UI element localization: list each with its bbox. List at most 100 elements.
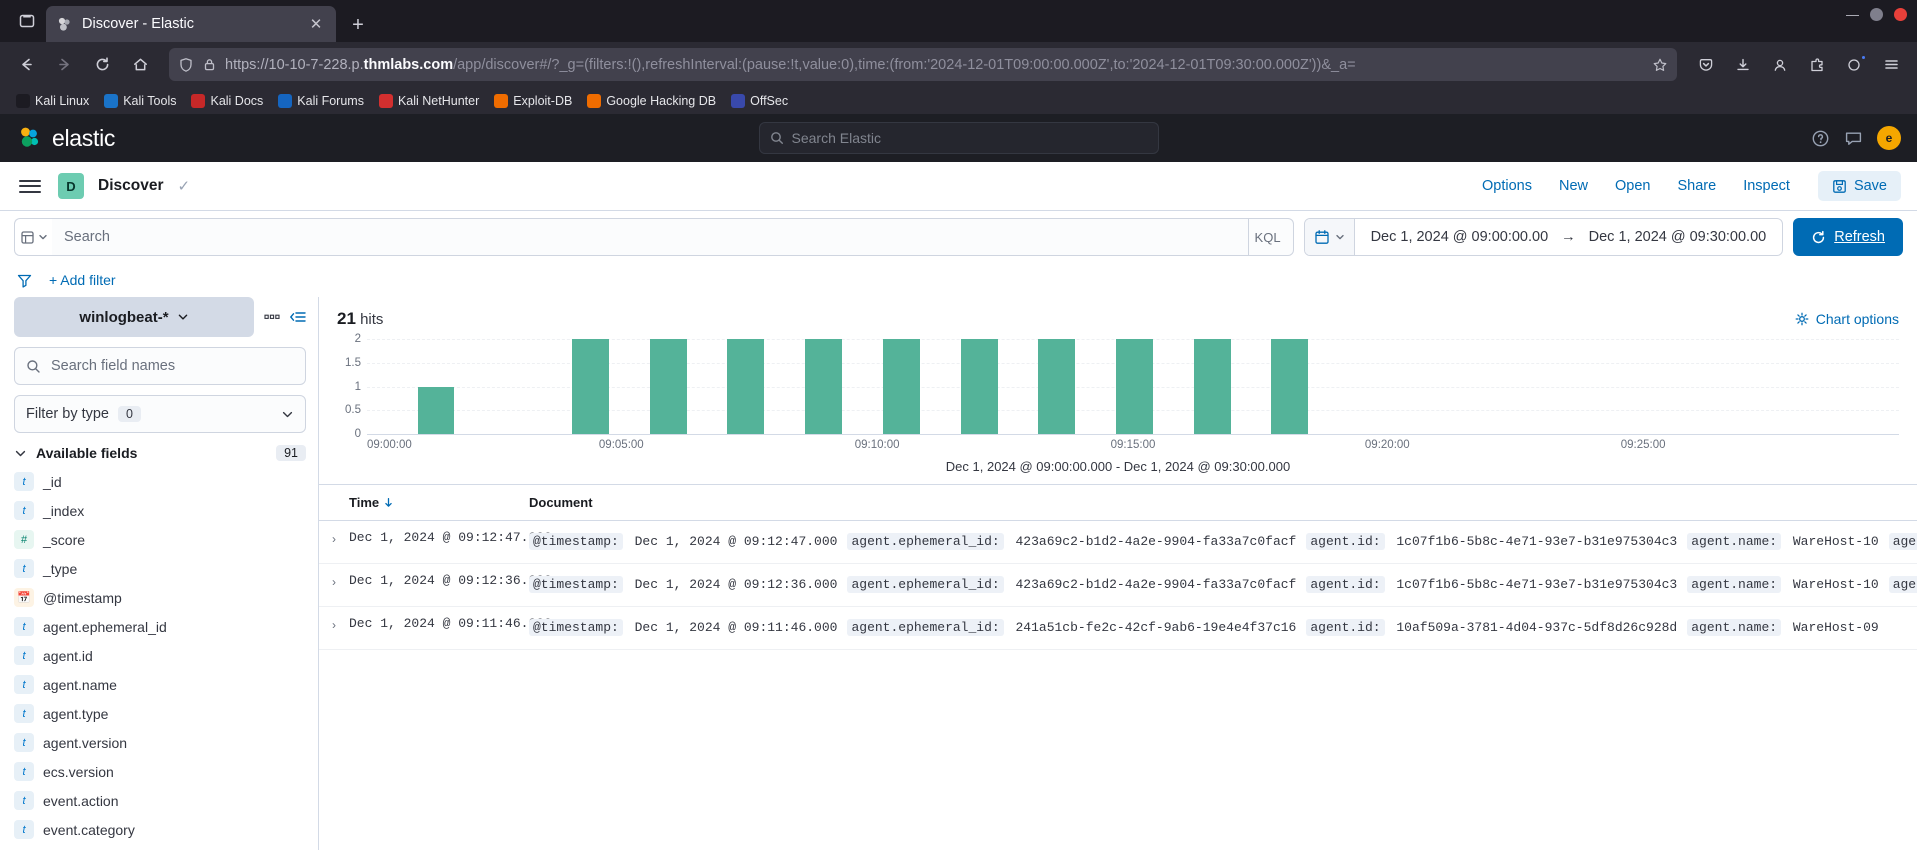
downloads-icon[interactable] (1726, 48, 1760, 82)
field-item[interactable]: t agent.type (14, 699, 306, 728)
url-bar[interactable]: https://10-10-7-228.p.thmlabs.com/app/di… (169, 48, 1677, 81)
date-from[interactable]: Dec 1, 2024 @ 09:00:00.00 (1371, 229, 1549, 245)
new-button[interactable]: New (1548, 172, 1599, 200)
feedback-icon[interactable] (1844, 129, 1863, 148)
star-icon[interactable] (1652, 57, 1668, 73)
column-header-time[interactable]: Time (319, 495, 519, 510)
chart-bar[interactable] (1270, 339, 1308, 434)
options-button[interactable]: Options (1471, 172, 1543, 200)
home-icon[interactable] (123, 48, 157, 82)
table-row[interactable]: › Dec 1, 2024 @ 09:12:47.000 @timestamp: D… (319, 521, 1917, 564)
extensions-icon[interactable] (1800, 48, 1834, 82)
chevron-right-icon[interactable]: › (319, 616, 349, 640)
bookmark-item[interactable]: Kali Tools (98, 92, 182, 110)
filter-by-type-button[interactable]: Filter by type 0 (14, 395, 306, 433)
collapse-sidebar-icon[interactable] (289, 310, 306, 324)
refresh-button[interactable]: Refresh (1793, 218, 1903, 256)
chart-bar[interactable] (961, 339, 999, 434)
query-language-switcher[interactable]: KQL (1248, 218, 1294, 256)
elastic-logo[interactable]: elastic (16, 125, 115, 152)
chart-bar[interactable] (1194, 339, 1232, 434)
close-icon[interactable]: ✕ (306, 14, 326, 34)
field-item[interactable]: t agent.ephemeral_id (14, 612, 306, 641)
avatar[interactable]: e (1877, 126, 1901, 150)
menu-icon[interactable] (1874, 48, 1908, 82)
field-item[interactable]: 📅 @timestamp (14, 583, 306, 612)
chart-bar[interactable] (417, 386, 455, 434)
shield-icon[interactable] (178, 57, 194, 73)
bookmark-item[interactable]: Exploit-DB (488, 92, 578, 110)
help-icon[interactable] (1811, 129, 1830, 148)
field-item[interactable]: t agent.name (14, 670, 306, 699)
search-field-names-input[interactable]: Search field names (14, 347, 306, 385)
list-all-tabs-icon[interactable] (8, 0, 46, 42)
global-search-input[interactable]: Search Elastic (758, 122, 1159, 154)
date-range-display[interactable]: Dec 1, 2024 @ 09:00:00.00 → Dec 1, 2024 … (1355, 229, 1783, 245)
browser-toolbar-icons (1689, 48, 1908, 82)
browser-tab[interactable]: Discover - Elastic ✕ (46, 6, 336, 42)
chart-bar[interactable] (650, 339, 688, 434)
chart-plot-area[interactable]: 2 1.5 1 0.5 0 (345, 333, 1899, 440)
field-type-icon: t (14, 791, 34, 810)
minimize-icon[interactable]: — (1846, 8, 1859, 21)
share-button[interactable]: Share (1666, 172, 1727, 200)
account-icon[interactable] (1763, 48, 1797, 82)
breadcrumb[interactable]: Discover (98, 177, 163, 195)
sync-icon[interactable] (1837, 48, 1871, 82)
chart-bar[interactable] (727, 339, 764, 434)
more-options-icon[interactable] (264, 313, 280, 321)
field-name: _id (43, 473, 62, 490)
available-fields-count: 91 (276, 445, 306, 461)
dataview-picker-button[interactable] (14, 218, 52, 256)
date-quick-select-button[interactable] (1304, 219, 1355, 255)
filter-icon[interactable] (16, 272, 33, 289)
hits-count: 21 (337, 309, 356, 328)
chart-bar[interactable] (1038, 339, 1075, 434)
column-header-document[interactable]: Document (519, 495, 1917, 510)
open-button[interactable]: Open (1604, 172, 1661, 200)
chart-bar[interactable] (805, 339, 842, 434)
field-item[interactable]: t _id (14, 467, 306, 496)
field-name: agent.type (43, 705, 109, 722)
bookmark-item[interactable]: Kali Forums (272, 92, 370, 110)
available-fields-header[interactable]: Available fields 91 (14, 445, 306, 461)
new-tab-button[interactable]: + (341, 8, 375, 42)
histogram-chart[interactable]: 2 1.5 1 0.5 0 09:00:00 09:05:00 09:10:00 09… (319, 333, 1917, 474)
bookmark-item[interactable]: Kali Docs (185, 92, 269, 110)
table-row[interactable]: › Dec 1, 2024 @ 09:11:46.000 @timestamp: D… (319, 607, 1917, 650)
chevron-right-icon[interactable]: › (319, 530, 349, 554)
chart-options-button[interactable]: Chart options (1795, 311, 1899, 327)
add-filter-button[interactable]: + Add filter (49, 272, 116, 288)
chart-bar[interactable] (1116, 339, 1153, 434)
reload-icon[interactable] (85, 48, 119, 82)
back-arrow-icon[interactable] (9, 48, 43, 82)
chart-bar[interactable] (572, 339, 610, 434)
padlock-icon[interactable] (202, 57, 217, 72)
field-item[interactable]: # _score (14, 525, 306, 554)
inspect-button[interactable]: Inspect (1732, 172, 1801, 200)
close-window-icon[interactable] (1894, 8, 1907, 21)
save-button[interactable]: Save (1817, 171, 1901, 201)
search-input[interactable]: Search (52, 218, 1249, 256)
field-item[interactable]: t _type (14, 554, 306, 583)
arrow-down-icon[interactable] (383, 497, 394, 508)
chevron-right-icon[interactable]: › (319, 573, 349, 597)
field-item[interactable]: t _index (14, 496, 306, 525)
bookmark-item[interactable]: OffSec (725, 92, 794, 110)
field-item[interactable]: t ecs.version (14, 757, 306, 786)
field-item[interactable]: t event.action (14, 786, 306, 815)
chart-bar[interactable] (883, 339, 921, 434)
bookmark-item[interactable]: Google Hacking DB (581, 92, 722, 110)
forward-arrow-icon[interactable] (47, 48, 81, 82)
bookmark-item[interactable]: Kali NetHunter (373, 92, 485, 110)
index-pattern-selector[interactable]: winlogbeat-* (14, 297, 254, 337)
pocket-icon[interactable] (1689, 48, 1723, 82)
hamburger-menu-icon[interactable] (16, 172, 44, 200)
maximize-icon[interactable] (1870, 8, 1883, 21)
field-item[interactable]: t agent.id (14, 641, 306, 670)
field-item[interactable]: t agent.version (14, 728, 306, 757)
date-to[interactable]: Dec 1, 2024 @ 09:30:00.00 (1589, 229, 1767, 245)
bookmark-item[interactable]: Kali Linux (10, 92, 95, 110)
table-row[interactable]: › Dec 1, 2024 @ 09:12:36.000 @timestamp: D… (319, 564, 1917, 607)
field-item[interactable]: t event.category (14, 815, 306, 844)
